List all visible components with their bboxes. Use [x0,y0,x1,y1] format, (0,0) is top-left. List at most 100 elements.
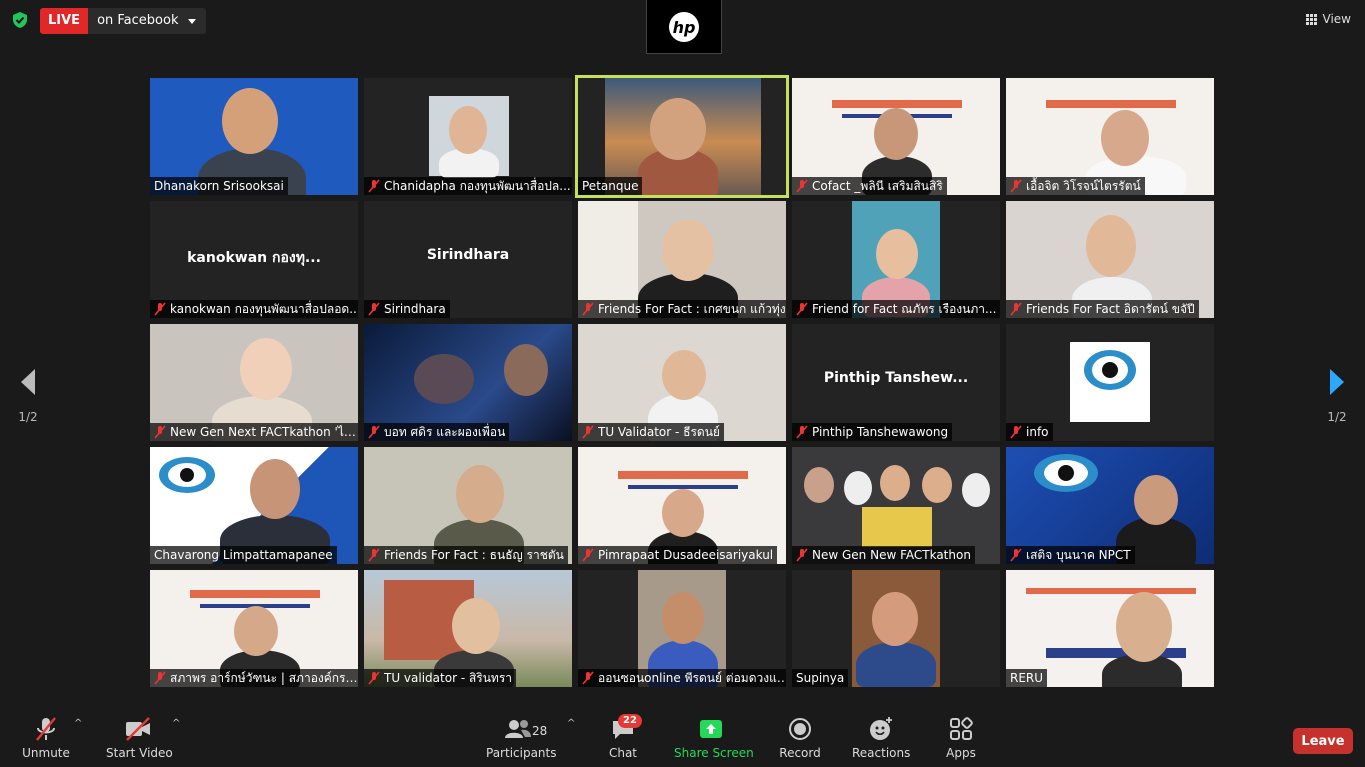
video-tile[interactable]: Pimrapaat Dusadeeisariyakul [578,447,786,564]
mic-muted-icon [1010,302,1022,316]
meeting-toolbar: Unmute ^ Start Video ^ 28 Participants ^… [0,708,1365,767]
dropdown-caret-icon [188,18,197,24]
chat-unread-badge: 22 [618,714,642,728]
participant-name: เสติจ บุนนาค NPCT [1006,546,1135,564]
mic-muted-icon [796,302,808,316]
video-tile[interactable]: บอท ศดิร และผองเพื่อน [364,324,572,441]
participant-name: Chavarong Limpattamapanee [150,546,337,564]
leave-button[interactable]: Leave [1293,728,1353,754]
share-screen-button[interactable]: Share Screen [674,716,754,760]
mic-muted-icon [582,302,594,316]
mic-muted-icon [154,671,166,685]
video-tile[interactable]: info [1006,324,1214,441]
mic-muted-icon [368,671,380,685]
apps-label: Apps [946,746,976,760]
participant-name: Friends For Fact : เกศขนก แก้วทุ่ง [578,300,786,318]
active-speaker-thumbnail: hp [646,0,722,54]
video-options-chevron-icon[interactable]: ^ [172,718,180,729]
participant-display-name: Sirindhara [426,247,510,263]
video-tile[interactable]: Friends For Fact : เกศขนก แก้วทุ่ง [578,201,786,318]
mic-muted-icon [796,548,808,562]
view-label: View [1322,12,1351,26]
top-bar: LIVE on Facebook hp View [0,0,1365,54]
mic-muted-icon [582,548,594,562]
participant-name: สภาพร อาร์กษ์วัฑนะ | สภาองค์กรช... [150,669,358,687]
chat-label: Chat [608,746,638,760]
participant-name: Cofact _พลินี เสริมสินสิริ [792,177,947,195]
participant-name: Friend for Fact ณภัทร เรืองนภา... [792,300,1000,318]
video-tile[interactable]: Friend for Fact ณภัทร เรืองนภา... [792,201,1000,318]
video-tile[interactable]: Chanidapha กองทุนพัฒนาสื่อปล... [364,78,572,195]
reactions-label: Reactions [852,746,911,760]
video-tile[interactable]: Pinthip Tanshew... Pinthip Tanshewawong [792,324,1000,441]
press-council-logo [1034,454,1098,492]
participant-name: RERU [1006,669,1048,687]
start-video-button[interactable]: Start Video [106,716,173,760]
mic-muted-icon [154,302,166,316]
participant-name: New Gen New FACTkathon [792,546,975,564]
live-badge: LIVE [40,8,89,34]
participant-name: Supinya [792,669,849,687]
participants-options-chevron-icon[interactable]: ^ [567,718,575,729]
video-tile[interactable]: RERU [1006,570,1214,687]
mic-muted-icon [582,671,594,685]
video-tile[interactable]: TU Validator - ธีรดนย์ [578,324,786,441]
video-tile[interactable]: ออนซอนonline พีรดนย์ ต่อมดวงแก้ว [578,570,786,687]
gallery-view: Dhanakorn Srisooksai Chanidapha กองทุนพั… [150,75,1216,688]
reactions-button[interactable]: Reactions [852,716,910,760]
participants-button[interactable]: 28 Participants [486,716,557,760]
video-tile[interactable]: Sirindhara Sirindhara [364,201,572,318]
participant-display-name: Pinthip Tanshew... [823,370,969,386]
record-icon [789,718,811,740]
participant-name: Friends For Fact : ธนธัญ ราชตัน [364,546,568,564]
video-tile[interactable]: Supinya [792,570,1000,687]
participant-name: Pimrapaat Dusadeeisariyakul [578,546,778,564]
start-video-label: Start Video [106,746,173,760]
video-tile[interactable]: สภาพร อาร์กษ์วัฑนะ | สภาองค์กรช... [150,570,358,687]
svg-text:hp: hp [673,18,696,37]
video-tile[interactable]: kanokwan กองทุ... kanokwan กองทุนพัฒนาสื… [150,201,358,318]
live-stream-indicator[interactable]: LIVE on Facebook [40,8,207,34]
apps-icon [950,717,973,740]
participant-name: info [1006,423,1053,441]
mic-muted-icon [154,425,166,439]
next-page-button[interactable]: 1/2 [1317,350,1357,424]
participant-name: Chanidapha กองทุนพัฒนาสื่อปล... [364,177,572,195]
record-button[interactable]: Record [778,716,822,760]
press-council-logo [1084,350,1136,390]
chat-button[interactable]: 22 Chat [600,714,646,760]
arrow-right-icon [1330,369,1344,395]
audio-options-chevron-icon[interactable]: ^ [74,718,82,729]
participant-name: New Gen Next FACTkathon 'ไอ... [150,423,358,441]
live-destination-dropdown[interactable]: on Facebook [88,8,207,34]
participants-label: Participants [486,746,557,760]
previous-page-button[interactable]: 1/2 [8,350,48,424]
video-tile[interactable]: New Gen Next FACTkathon 'ไอ... [150,324,358,441]
mic-muted-icon [368,548,380,562]
share-screen-label: Share Screen [674,746,754,760]
video-tile[interactable]: TU validator - สิรินทรา [364,570,572,687]
unmute-label: Unmute [22,746,70,760]
apps-button[interactable]: Apps [944,716,978,760]
video-tile[interactable]: Cofact _พลินี เสริมสินสิริ [792,78,1000,195]
video-tile[interactable]: เสติจ บุนนาค NPCT [1006,447,1214,564]
video-tile[interactable]: Dhanakorn Srisooksai [150,78,358,195]
video-tile-active-speaker[interactable]: Petanque [575,75,789,198]
grid-view-icon [1305,13,1317,25]
view-button[interactable]: View [1305,12,1351,26]
video-tile[interactable]: New Gen New FACTkathon [792,447,1000,564]
video-camera-off-icon [126,717,150,741]
video-tile[interactable]: Chavarong Limpattamapanee [150,447,358,564]
participants-count: 28 [532,724,548,738]
participant-name: บอท ศดิร และผองเพื่อน [364,423,510,441]
security-shield-icon[interactable] [11,11,29,29]
video-tile[interactable]: Friends For Fact อิดารัตน์ ขจัปี [1006,201,1214,318]
participant-name: เอื้อจิต วิโรจน์ไตรรัตน์ [1006,177,1145,195]
mic-muted-icon [368,425,380,439]
unmute-button[interactable]: Unmute [22,716,70,760]
video-tile[interactable]: Friends For Fact : ธนธัญ ราชตัน [364,447,572,564]
live-destination-label: on Facebook [97,13,179,28]
video-tile[interactable]: เอื้อจิต วิโรจน์ไตรรัตน์ [1006,78,1214,195]
mic-muted-icon [582,425,594,439]
page-indicator-left: 1/2 [18,410,38,424]
